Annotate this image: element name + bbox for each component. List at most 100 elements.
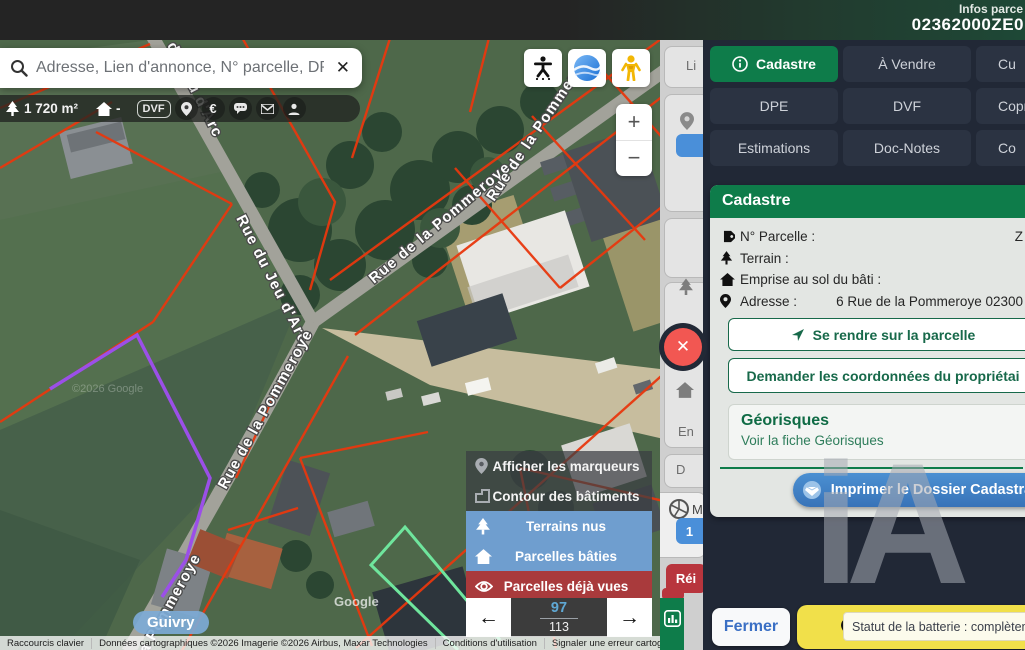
tree-icon xyxy=(475,518,491,535)
address-row: Adresse : 6 Rue de la Pommeroye 02300 xyxy=(720,291,1023,313)
contact-button[interactable] xyxy=(283,97,306,120)
georisques-card[interactable]: Géorisques Voir la fiche Géorisques xyxy=(728,404,1025,460)
tab-co[interactable]: Co xyxy=(976,130,1025,166)
tab-dvf[interactable]: DVF xyxy=(843,88,971,124)
tree-icon xyxy=(720,251,733,265)
person-icon xyxy=(288,103,300,115)
parcel-id: 02362000ZE0 xyxy=(912,15,1024,35)
contour-icon xyxy=(475,489,490,503)
tab-cadastre[interactable]: Cadastre xyxy=(710,46,838,82)
occluded-label-en: En xyxy=(678,424,694,439)
tab-label: DPE xyxy=(760,98,789,114)
mail-button[interactable] xyxy=(256,97,279,120)
fermer-button[interactable]: Fermer xyxy=(712,608,790,646)
occluded-label-li: Li xyxy=(686,58,696,73)
search-bar[interactable]: ✕ xyxy=(0,48,362,88)
request-owner-button[interactable]: Demander les coordonnées du propriétai xyxy=(728,358,1025,393)
parcel-pager: ← 97 113 → xyxy=(466,598,652,637)
row-label: Adresse : xyxy=(740,294,797,309)
tab-a-vendre[interactable]: À Vendre xyxy=(843,46,971,82)
tab-label: Doc-Notes xyxy=(874,140,940,156)
terrain-area-value: 1 720 m² xyxy=(24,101,78,116)
tab-label: Estimations xyxy=(738,140,810,156)
report-error-link[interactable]: Signaler une erreur cartographique xyxy=(545,638,660,649)
tab-estimations[interactable]: Estimations xyxy=(710,130,838,166)
home-icon xyxy=(676,382,694,398)
legend-parcelles-vues[interactable]: Parcelles déjà vues xyxy=(466,571,652,601)
dvf-badge[interactable]: DVF xyxy=(137,100,171,118)
divider xyxy=(720,467,1023,469)
button-label: Fermer xyxy=(724,618,778,636)
pager-divider xyxy=(540,618,578,619)
marker-toggle-button[interactable] xyxy=(175,97,198,120)
search-input[interactable] xyxy=(36,59,324,77)
occluded-label-d: D xyxy=(676,462,685,477)
pin-icon xyxy=(680,112,694,130)
eye-icon xyxy=(475,580,493,593)
button-label: Demander les coordonnées du propriétai xyxy=(746,368,1019,384)
chat-icon xyxy=(234,103,247,114)
panel-tabs: Cadastre À Vendre Cu DPE DVF Copros Esti… xyxy=(710,46,1025,166)
tab-dpe[interactable]: DPE xyxy=(710,88,838,124)
button-label: Imprimer le Dossier Cadastral xyxy=(831,482,1025,498)
euro-icon: € xyxy=(209,101,216,116)
terms-link[interactable]: Conditions d'utilisation xyxy=(436,638,545,649)
legend-parcelles-baties[interactable]: Parcelles bâties xyxy=(466,541,652,571)
map-data-credit: Données cartographiques ©2026 Imagerie ©… xyxy=(92,638,436,649)
legend-label: Afficher les marqueurs xyxy=(466,459,652,474)
keyboard-shortcuts-link[interactable]: Raccourcis clavier xyxy=(0,638,92,649)
top-bar-title: Infos parce xyxy=(959,2,1023,16)
zoom-out-button[interactable]: − xyxy=(616,141,652,177)
occluded-blue-button xyxy=(676,134,703,157)
home-icon xyxy=(720,273,735,286)
tab-label: Co xyxy=(998,140,1016,156)
tab-doc-notes[interactable]: Doc-Notes xyxy=(843,130,971,166)
legend-label: Terrains nus xyxy=(466,519,652,534)
pager-prev-button[interactable]: ← xyxy=(466,598,511,637)
tag-icon xyxy=(720,229,735,244)
navigate-icon xyxy=(791,328,805,342)
accessibility-button[interactable] xyxy=(524,49,562,87)
zoom-in-button[interactable]: + xyxy=(616,104,652,141)
pegman-icon xyxy=(621,55,641,81)
google-earth-icon xyxy=(572,53,602,83)
legend-show-markers[interactable]: Afficher les marqueurs xyxy=(466,451,652,481)
georisques-link[interactable]: Voir la fiche Géorisques xyxy=(741,433,1025,448)
search-clear-icon[interactable]: ✕ xyxy=(324,58,362,78)
map-attribution-bar: Raccourcis clavier Données cartographiqu… xyxy=(0,636,660,650)
legend-terrains-nus[interactable]: Terrains nus xyxy=(466,511,652,541)
info-panel: Cadastre À Vendre Cu DPE DVF Copros Esti… xyxy=(703,40,1025,650)
tab-cu[interactable]: Cu xyxy=(976,46,1025,82)
bati-area-value: - xyxy=(116,101,121,116)
price-toggle-button[interactable]: € xyxy=(202,97,225,120)
tree-icon xyxy=(5,101,20,117)
occluded-card xyxy=(664,218,703,278)
tab-copros[interactable]: Copros xyxy=(976,88,1025,124)
satellite-map[interactable]: Rue du Jeu d'Arc Rue du Jeu d'Arc Rue de… xyxy=(0,40,660,650)
street-view-button[interactable] xyxy=(612,49,650,87)
cadastre-card-title: Cadastre xyxy=(710,185,1025,218)
occluded-card xyxy=(664,46,703,88)
stats-button-partial[interactable] xyxy=(660,598,684,650)
map-copyright-inline: ©2026 Google xyxy=(72,383,143,395)
terrain-row: Terrain : xyxy=(720,248,1023,270)
bar-chart-icon xyxy=(664,610,681,627)
close-icon: ✕ xyxy=(676,337,690,357)
georisques-title: Géorisques xyxy=(741,412,1025,430)
shutter-icon xyxy=(668,498,690,520)
comments-button[interactable] xyxy=(229,97,252,120)
tree-icon xyxy=(678,278,694,296)
search-icon xyxy=(10,59,28,77)
tab-label: Copros xyxy=(998,98,1025,114)
goto-parcel-button[interactable]: Se rendre sur la parcelle xyxy=(728,318,1025,351)
close-panel-button[interactable]: ✕ xyxy=(664,328,702,366)
pager-next-button[interactable]: → xyxy=(607,598,652,637)
print-cadastral-button[interactable]: Imprimer le Dossier Cadastral xyxy=(793,473,1025,507)
google-earth-button[interactable] xyxy=(568,49,606,87)
tab-label: DVF xyxy=(893,98,921,114)
legend-label: Parcelles déjà vues xyxy=(466,579,652,594)
legend-building-contours[interactable]: Contour des bâtiments xyxy=(466,481,652,511)
button-label: Se rendre sur la parcelle xyxy=(813,327,976,343)
google-logo-watermark: Google xyxy=(334,594,379,609)
legend-label: Contour des bâtiments xyxy=(466,489,652,504)
